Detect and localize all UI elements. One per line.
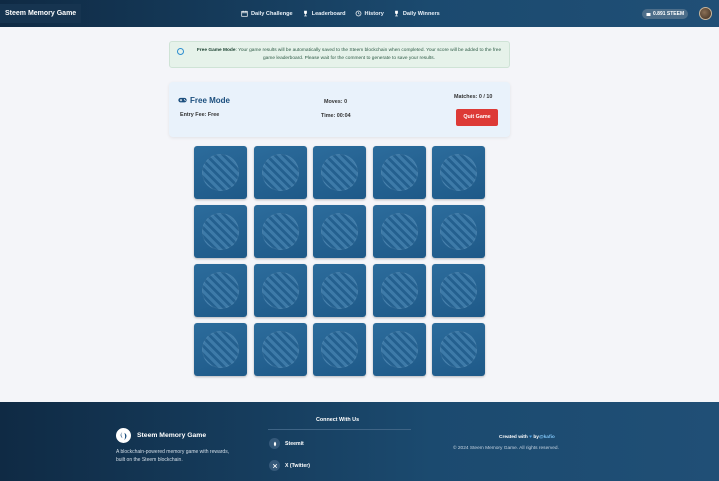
memory-card[interactable] xyxy=(194,205,247,258)
memory-card[interactable] xyxy=(313,205,366,258)
card-back-pattern xyxy=(380,154,418,191)
memory-card[interactable] xyxy=(432,205,485,258)
card-back-pattern xyxy=(261,154,299,191)
banner-text: Free Game Mode: Your game results will b… xyxy=(194,47,504,62)
card-back-pattern xyxy=(321,213,358,250)
nav-daily-winners[interactable]: Daily Winners xyxy=(393,10,440,17)
copyright: © 2024 Steem Memory Game. All rights res… xyxy=(453,446,559,451)
game-mode-title: Free Mode xyxy=(178,96,230,105)
wallet-icon xyxy=(646,12,651,16)
memory-card[interactable] xyxy=(194,146,247,199)
memory-card[interactable] xyxy=(313,146,366,199)
memory-card[interactable] xyxy=(372,323,426,376)
card-back-pattern xyxy=(261,213,299,250)
banner-message: : Your game results will be automaticall… xyxy=(235,48,502,61)
card-back-pattern xyxy=(261,331,299,368)
created-with: Created with ♥ by@kafio xyxy=(499,435,555,440)
footer: Steem Memory Game A blockchain-powered m… xyxy=(0,402,719,481)
nav-history[interactable]: History xyxy=(355,10,384,17)
x-icon xyxy=(269,460,280,471)
card-back-pattern xyxy=(202,213,239,250)
memory-card[interactable] xyxy=(432,146,485,199)
footer-link-steemit-label: Steemit xyxy=(285,440,304,447)
banner-title: Free Game Mode xyxy=(196,48,236,53)
brand-title[interactable]: Steem Memory Game xyxy=(0,4,82,23)
connect-heading: Connect With Us xyxy=(316,417,360,423)
card-back-pattern xyxy=(202,331,239,368)
entry-fee: Entry Fee: Free xyxy=(180,112,220,118)
top-navbar: Steem Memory Game Daily Challenge Leader… xyxy=(0,0,719,27)
card-back-pattern xyxy=(321,331,358,368)
memory-card[interactable] xyxy=(313,264,366,317)
memory-card[interactable] xyxy=(432,264,485,317)
memory-card[interactable] xyxy=(253,205,307,258)
info-icon xyxy=(177,48,184,55)
card-back-pattern xyxy=(380,213,418,250)
memory-card[interactable] xyxy=(372,205,426,258)
footer-brand: Steem Memory Game xyxy=(137,432,207,439)
memory-card[interactable] xyxy=(432,323,485,376)
card-back-pattern xyxy=(202,154,239,191)
memory-card[interactable] xyxy=(194,323,247,376)
nav-leaderboard[interactable]: Leaderboard xyxy=(302,10,346,17)
connect-divider xyxy=(268,429,411,430)
nav-daily-winners-label: Daily Winners xyxy=(402,10,440,17)
wallet-balance-badge[interactable]: 0.891 STEEM xyxy=(642,9,689,19)
card-back-pattern xyxy=(321,272,358,309)
card-back-pattern xyxy=(440,213,477,250)
nav-daily-challenge-label: Daily Challenge xyxy=(251,10,293,17)
memory-card[interactable] xyxy=(253,146,307,199)
card-back-pattern xyxy=(202,272,239,309)
footer-logo xyxy=(116,428,131,443)
matches-counter: Matches: 0 / 10 xyxy=(454,94,493,100)
quit-game-button[interactable]: Quit Game xyxy=(456,109,498,126)
history-icon xyxy=(355,10,361,17)
game-status-panel: Free Mode Entry Fee: Free Moves: 0 Time:… xyxy=(169,82,510,137)
nav-daily-challenge[interactable]: Daily Challenge xyxy=(241,10,293,17)
footer-link-twitter[interactable]: X (Twitter) xyxy=(269,460,310,471)
steem-logo-icon xyxy=(120,430,127,441)
footer-link-steemit[interactable]: Steemit xyxy=(269,438,304,449)
card-back-pattern xyxy=(440,331,477,368)
memory-card[interactable] xyxy=(194,264,247,317)
author-handle-link[interactable]: @kafio xyxy=(539,435,555,440)
wallet-balance: 0.891 STEEM xyxy=(653,11,685,17)
memory-card[interactable] xyxy=(253,264,307,317)
nav-history-label: History xyxy=(364,10,384,17)
user-avatar[interactable] xyxy=(699,7,712,20)
calendar-icon xyxy=(241,10,248,17)
card-back-pattern xyxy=(321,154,358,191)
free-mode-info-banner: Free Game Mode: Your game results will b… xyxy=(169,41,510,68)
moves-counter: Moves: 0 xyxy=(324,99,348,105)
card-back-pattern xyxy=(440,154,477,191)
trophy-icon xyxy=(394,10,398,17)
steemit-icon xyxy=(269,438,280,449)
card-back-pattern xyxy=(440,272,477,309)
memory-card[interactable] xyxy=(372,146,426,199)
card-back-pattern xyxy=(380,331,418,368)
created-prefix: Created with xyxy=(499,435,528,440)
memory-card[interactable] xyxy=(372,264,426,317)
footer-link-twitter-label: X (Twitter) xyxy=(285,462,310,469)
heart-icon: ♥ xyxy=(529,435,532,440)
game-mode-label: Free Mode xyxy=(190,96,231,105)
footer-description: A blockchain-powered memory game with re… xyxy=(116,449,230,463)
card-back-pattern xyxy=(261,272,299,309)
trophy-icon xyxy=(303,10,307,17)
main-nav: Daily Challenge Leaderboard History Dail… xyxy=(241,0,440,27)
memory-card[interactable] xyxy=(313,323,366,376)
card-back-pattern xyxy=(380,272,418,309)
nav-leaderboard-label: Leaderboard xyxy=(311,10,346,17)
game-timer: Time: 00:04 xyxy=(321,113,351,119)
gamepad-icon xyxy=(178,97,187,103)
memory-card-grid xyxy=(194,146,485,376)
memory-card[interactable] xyxy=(253,323,307,376)
